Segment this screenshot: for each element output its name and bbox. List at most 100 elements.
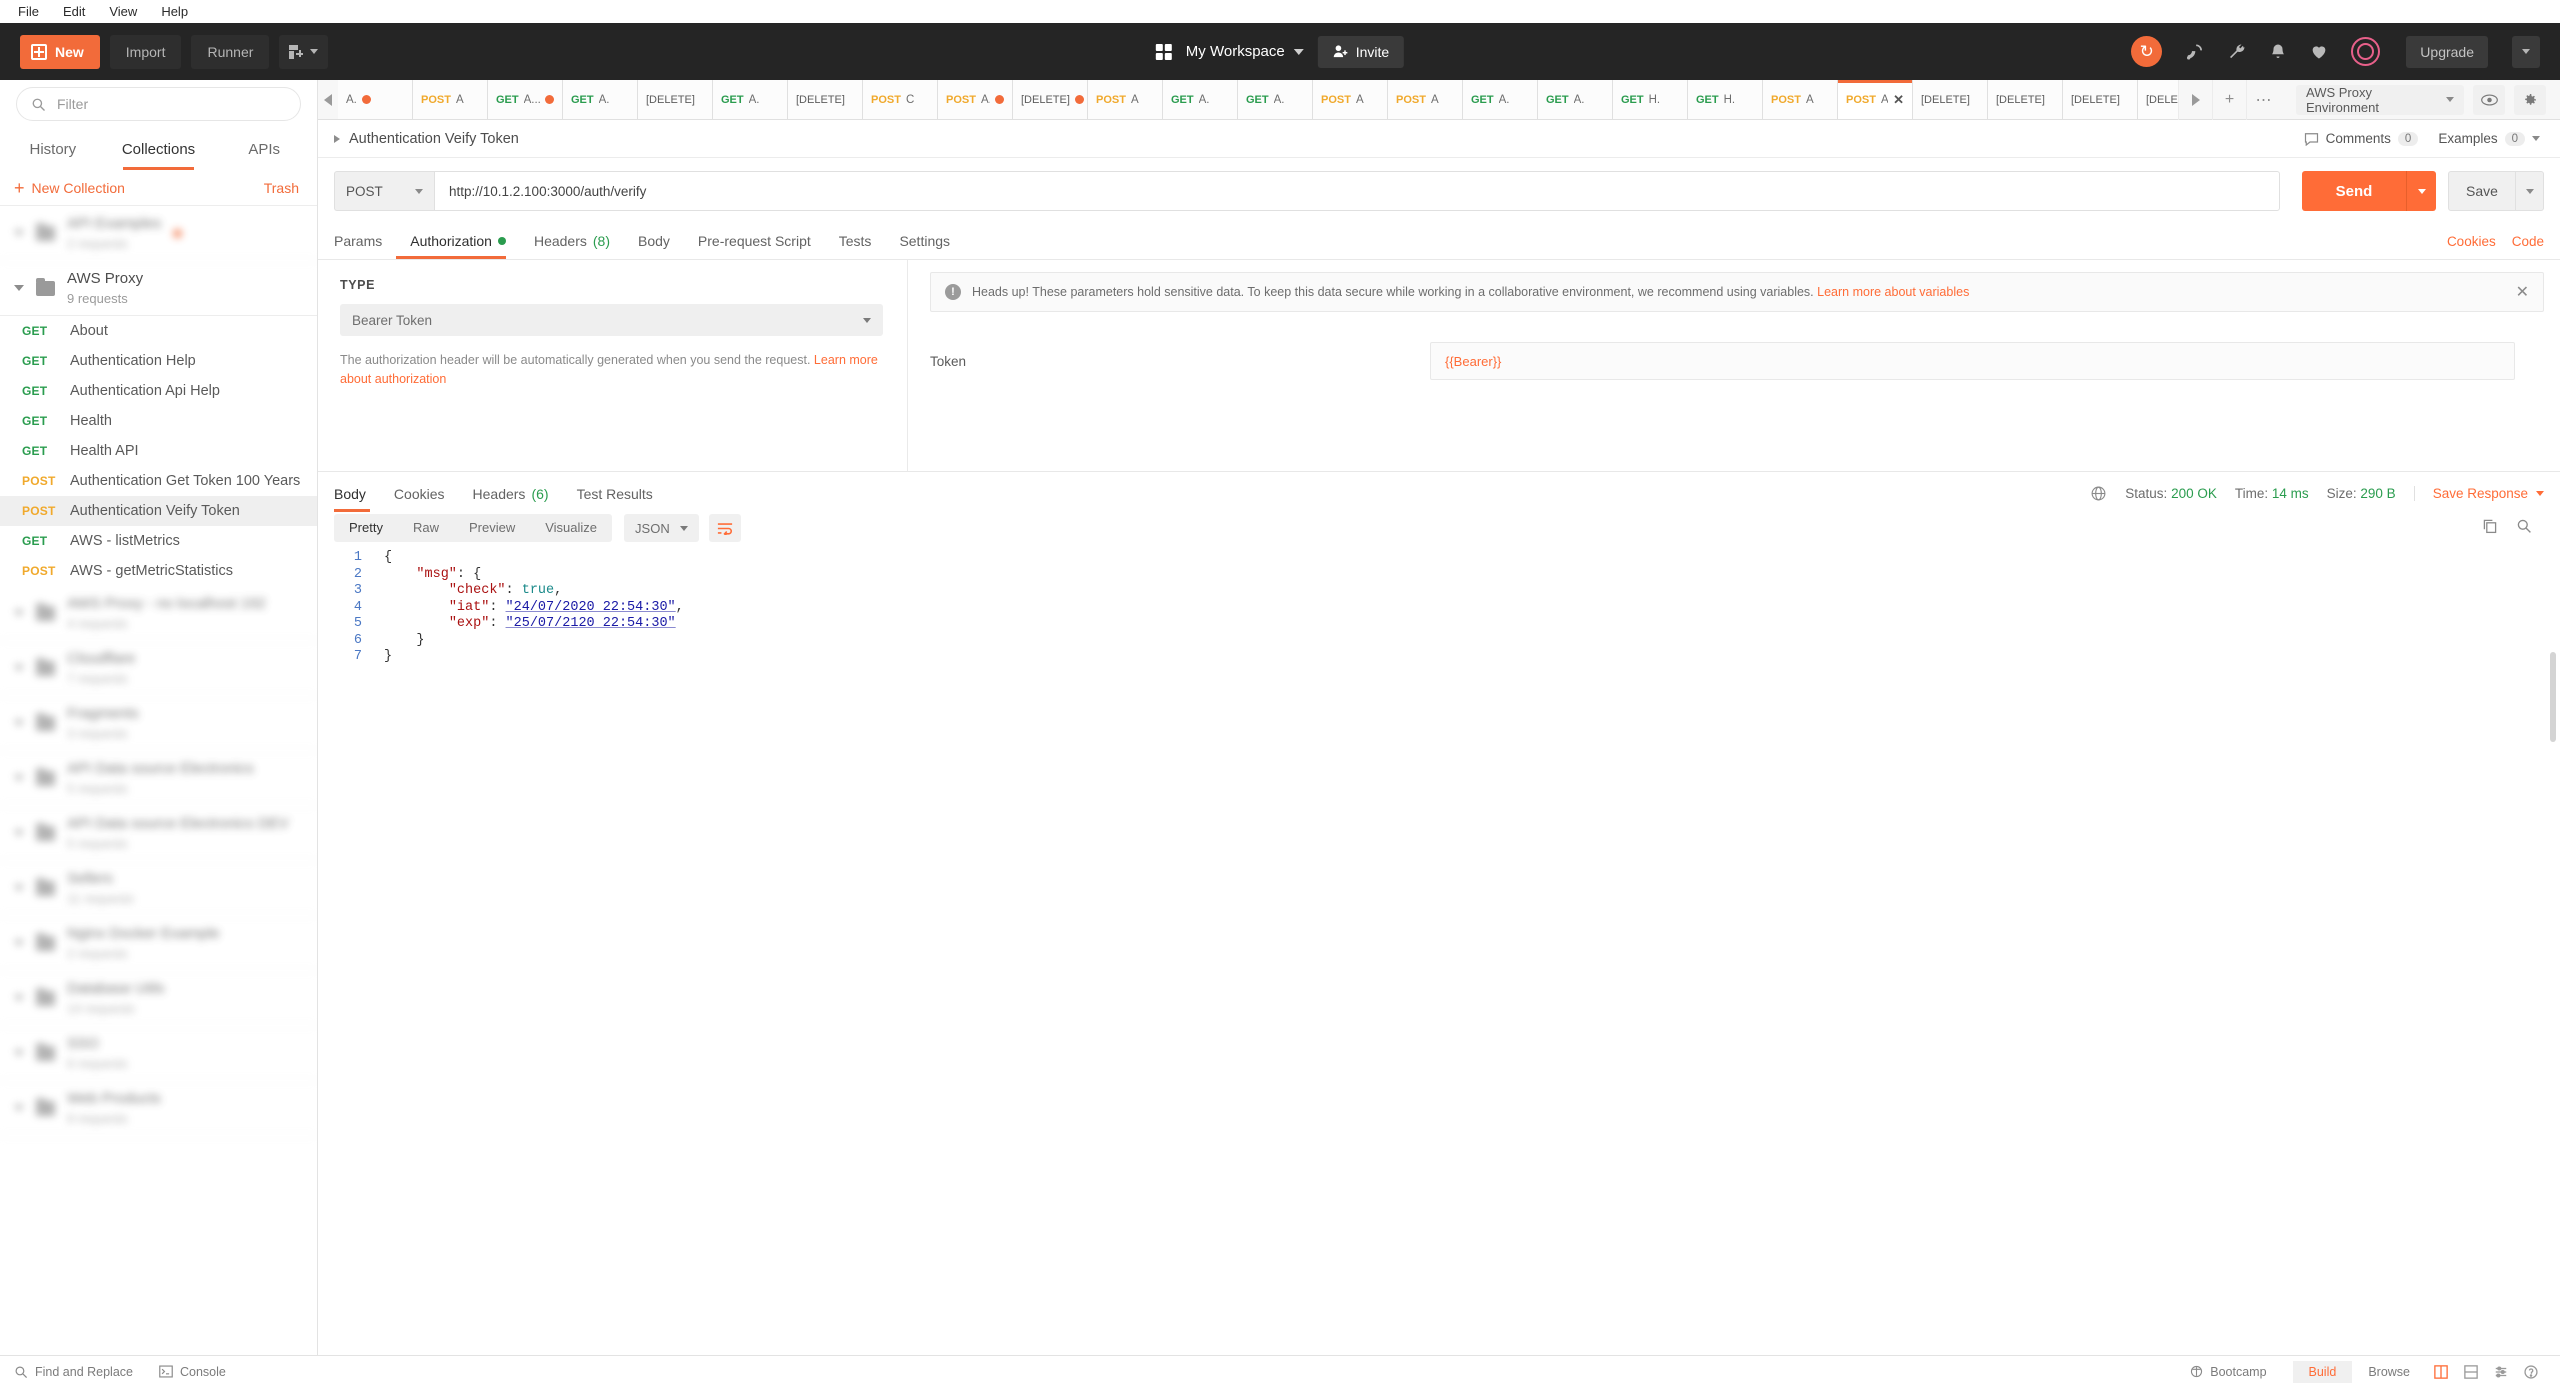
examples-button[interactable]: Examples 0 bbox=[2438, 131, 2540, 146]
console-button[interactable]: Console bbox=[159, 1365, 226, 1379]
collection-item[interactable]: SSO 6 requests bbox=[0, 1026, 317, 1081]
request-tab[interactable]: GETA. bbox=[1538, 80, 1613, 119]
runner-button[interactable]: Runner bbox=[191, 35, 269, 69]
environment-quick-look-button[interactable] bbox=[2473, 85, 2505, 115]
request-item-get-token-100-years[interactable]: POST Authentication Get Token 100 Years bbox=[0, 466, 317, 496]
new-button[interactable]: New bbox=[20, 35, 100, 69]
response-tab-cookies[interactable]: Cookies bbox=[380, 486, 459, 512]
request-tab[interactable]: [DELETE] bbox=[1013, 80, 1088, 119]
collection-item-aws-proxy[interactable]: AWS Proxy 9 requests bbox=[0, 261, 317, 316]
bootcamp-button[interactable]: Bootcamp bbox=[2190, 1365, 2266, 1379]
tab-tests[interactable]: Tests bbox=[825, 233, 886, 259]
request-item-authentication-help[interactable]: GET Authentication Help bbox=[0, 346, 317, 376]
send-options-button[interactable] bbox=[2406, 171, 2436, 211]
request-tab[interactable]: POSTA. bbox=[938, 80, 1013, 119]
tab-pre-request-script[interactable]: Pre-request Script bbox=[684, 233, 825, 259]
request-item-verify-token[interactable]: POST Authentication Veify Token bbox=[0, 496, 317, 526]
response-body-code[interactable]: 1{ 2 "msg": { 3 "check": true, 4 "iat": … bbox=[318, 542, 2560, 1355]
trash-button[interactable]: Trash bbox=[264, 180, 299, 196]
request-tab[interactable]: GETA. bbox=[1463, 80, 1538, 119]
menu-edit[interactable]: Edit bbox=[51, 2, 97, 21]
menu-file[interactable]: File bbox=[6, 2, 51, 21]
request-tab[interactable]: POSTA bbox=[1088, 80, 1163, 119]
request-item-list-metrics[interactable]: GET AWS - listMetrics bbox=[0, 526, 317, 556]
build-mode-button[interactable]: Build bbox=[2293, 1361, 2353, 1383]
collection-item[interactable]: Sellers 11 requests bbox=[0, 861, 317, 916]
request-item-health-api[interactable]: GET Health API bbox=[0, 436, 317, 466]
request-tab[interactable]: [DELETE] bbox=[2138, 80, 2178, 119]
sync-icon[interactable]: ↻ bbox=[2131, 36, 2162, 67]
environment-selector[interactable]: AWS Proxy Environment bbox=[2296, 85, 2464, 115]
tab-authorization[interactable]: Authorization bbox=[396, 233, 520, 259]
request-tab[interactable]: GETA. bbox=[1163, 80, 1238, 119]
url-input[interactable]: http://10.1.2.100:3000/auth/verify bbox=[434, 171, 2280, 211]
close-icon[interactable]: ✕ bbox=[1893, 92, 1904, 108]
request-tab[interactable]: POSTA bbox=[1388, 80, 1463, 119]
request-tab[interactable]: [DELETE] bbox=[1988, 80, 2063, 119]
view-mode-preview[interactable]: Preview bbox=[454, 514, 530, 542]
code-link[interactable]: Code bbox=[2512, 234, 2544, 249]
chevron-right-icon[interactable] bbox=[334, 135, 340, 143]
collection-item[interactable]: Cloudflare 7 requests bbox=[0, 641, 317, 696]
avatar[interactable] bbox=[2351, 37, 2380, 66]
response-tab-headers[interactable]: Headers (6) bbox=[459, 486, 563, 512]
request-tab[interactable]: [DELETE] bbox=[788, 80, 863, 119]
request-item-authentication-api-help[interactable]: GET Authentication Api Help bbox=[0, 376, 317, 406]
heads-up-link[interactable]: Learn more about variables bbox=[1817, 285, 1969, 299]
request-tab[interactable]: POSTA✕ bbox=[1838, 80, 1913, 119]
request-tab[interactable]: POSTA bbox=[1313, 80, 1388, 119]
settings-button[interactable] bbox=[2486, 1365, 2516, 1379]
request-tab[interactable]: [DELETE] bbox=[638, 80, 713, 119]
view-mode-pretty[interactable]: Pretty bbox=[334, 514, 398, 542]
heart-icon[interactable] bbox=[2309, 42, 2329, 61]
collection-item[interactable]: Nginx Docker Example 2 requests bbox=[0, 916, 317, 971]
request-item-about[interactable]: GET About bbox=[0, 316, 317, 346]
request-tab[interactable]: A. bbox=[338, 80, 413, 119]
token-input[interactable]: {{Bearer}} bbox=[1430, 342, 2515, 380]
sidebar-tab-history[interactable]: History bbox=[0, 128, 106, 170]
tabstrip-run-button[interactable] bbox=[2178, 80, 2212, 120]
bell-icon[interactable] bbox=[2269, 42, 2287, 62]
response-tab-body[interactable]: Body bbox=[334, 486, 380, 512]
environment-settings-button[interactable] bbox=[2514, 85, 2546, 115]
request-tab[interactable]: GETH. bbox=[1688, 80, 1763, 119]
sidebar-tab-collections[interactable]: Collections bbox=[106, 128, 212, 170]
collection-item[interactable]: Database Utils 14 requests bbox=[0, 971, 317, 1026]
menu-view[interactable]: View bbox=[97, 2, 149, 21]
tab-body[interactable]: Body bbox=[624, 233, 684, 259]
menu-help[interactable]: Help bbox=[149, 2, 200, 21]
tabstrip-scroll-left[interactable] bbox=[318, 80, 338, 119]
request-tab[interactable]: POSTA bbox=[413, 80, 488, 119]
comments-button[interactable]: Comments 0 bbox=[2304, 131, 2419, 146]
request-tab[interactable]: GETA. bbox=[713, 80, 788, 119]
tabstrip-more-button[interactable]: ⋯ bbox=[2246, 80, 2280, 120]
request-tab[interactable]: GETA... bbox=[488, 80, 563, 119]
tab-settings[interactable]: Settings bbox=[885, 233, 964, 259]
new-collection-button[interactable]: + New Collection bbox=[14, 179, 125, 197]
help-button[interactable] bbox=[2516, 1365, 2546, 1379]
find-and-replace-button[interactable]: Find and Replace bbox=[14, 1365, 133, 1379]
invite-button[interactable]: Invite bbox=[1318, 36, 1404, 68]
save-response-button[interactable]: Save Response bbox=[2414, 486, 2544, 501]
tabstrip-new-tab-button[interactable]: + bbox=[2212, 80, 2246, 120]
view-mode-visualize[interactable]: Visualize bbox=[530, 514, 612, 542]
save-options-button[interactable] bbox=[2516, 171, 2544, 211]
workspace-selector[interactable]: My Workspace bbox=[1186, 43, 1304, 60]
request-tab[interactable]: [DELETE] bbox=[2063, 80, 2138, 119]
wrench-icon[interactable] bbox=[2227, 42, 2247, 62]
sidebar-tab-apis[interactable]: APIs bbox=[211, 128, 317, 170]
response-tab-test-results[interactable]: Test Results bbox=[563, 486, 667, 512]
satellite-icon[interactable] bbox=[2184, 42, 2205, 62]
response-scrollbar[interactable] bbox=[2550, 652, 2556, 742]
send-button[interactable]: Send bbox=[2302, 171, 2406, 211]
response-format-select[interactable]: JSON bbox=[624, 514, 699, 542]
collection-item[interactable]: AWS Proxy - no localhost 192 4 requests bbox=[0, 586, 317, 641]
request-tab[interactable]: [DELETE] bbox=[1913, 80, 1988, 119]
http-method-selector[interactable]: POST bbox=[334, 171, 434, 211]
collection-item[interactable]: Web Products 9 requests bbox=[0, 1081, 317, 1136]
two-pane-horizontal-layout-button[interactable] bbox=[2456, 1365, 2486, 1379]
save-button[interactable]: Save bbox=[2448, 171, 2516, 211]
request-tab[interactable]: GETA. bbox=[1238, 80, 1313, 119]
request-tab[interactable]: POSTA bbox=[1763, 80, 1838, 119]
request-item-get-metric-statistics[interactable]: POST AWS - getMetricStatistics bbox=[0, 556, 317, 586]
